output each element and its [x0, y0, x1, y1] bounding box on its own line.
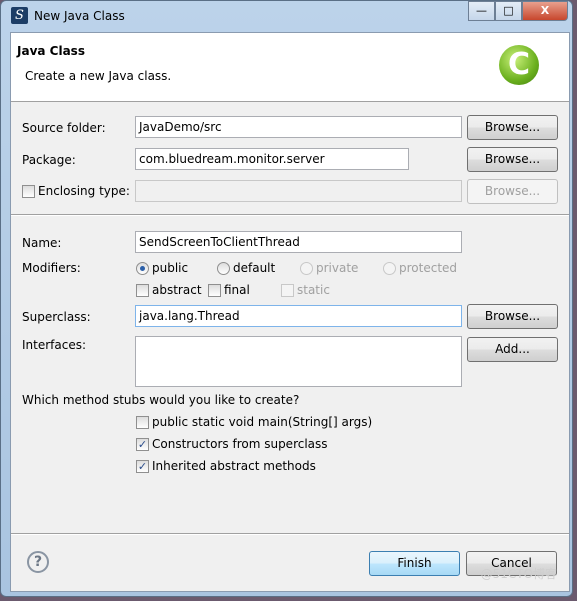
constructors-stub-checkbox[interactable]: ✓ Constructors from superclass	[136, 437, 328, 451]
title-bar[interactable]: S New Java Class — □ X	[1, 1, 572, 31]
maximize-button[interactable]: □	[495, 1, 522, 21]
window-title: New Java Class	[34, 9, 125, 23]
interfaces-list[interactable]	[135, 336, 462, 387]
dialog-body: Java Class Create a new Java class. C So…	[10, 32, 570, 592]
class-c-icon: C	[499, 45, 539, 85]
add-interface-button[interactable]: Add...	[467, 337, 558, 362]
package-label: Package:	[22, 153, 76, 167]
dialog-window: S New Java Class — □ X Java Class Create…	[0, 0, 573, 597]
private-radio[interactable]: private	[300, 261, 358, 275]
final-checkbox[interactable]: final	[208, 283, 250, 297]
source-folder-input[interactable]: JavaDemo/src	[135, 116, 462, 138]
enclosing-type-checkbox[interactable]: Enclosing type:	[22, 184, 130, 198]
footer-separator	[11, 533, 569, 535]
modifiers-label: Modifiers:	[22, 261, 81, 275]
wizard-title: Java Class	[17, 44, 85, 58]
source-folder-label: Source folder:	[22, 121, 106, 135]
enclosing-type-label: Enclosing type:	[38, 184, 130, 198]
close-button[interactable]: X	[522, 1, 568, 21]
static-checkbox[interactable]: static	[281, 283, 330, 297]
help-icon[interactable]: ?	[27, 551, 49, 573]
main-stub-checkbox[interactable]: public static void main(String[] args)	[136, 415, 372, 429]
protected-radio[interactable]: protected	[383, 261, 457, 275]
name-label: Name:	[22, 236, 62, 250]
superclass-input[interactable]: java.lang.Thread	[135, 305, 462, 327]
package-input[interactable]: com.bluedream.monitor.server	[135, 148, 409, 170]
source-folder-browse-button[interactable]: Browse...	[467, 115, 558, 140]
finish-button[interactable]: Finish	[369, 551, 460, 576]
abstract-checkbox[interactable]: abstract	[136, 283, 202, 297]
name-input[interactable]: SendScreenToClientThread	[135, 231, 462, 253]
stubs-question: Which method stubs would you like to cre…	[22, 393, 300, 407]
wizard-header: Java Class Create a new Java class. C	[11, 33, 569, 102]
minimize-button[interactable]: —	[468, 1, 495, 21]
enclosing-type-browse-button[interactable]: Browse...	[467, 179, 558, 204]
enclosing-type-input[interactable]	[135, 180, 462, 202]
abstract-methods-stub-checkbox[interactable]: ✓ Inherited abstract methods	[136, 459, 316, 473]
package-browse-button[interactable]: Browse...	[467, 147, 558, 172]
public-radio[interactable]: public	[136, 261, 188, 275]
superclass-label: Superclass:	[22, 310, 91, 324]
eclipse-icon: S	[11, 7, 28, 24]
interfaces-label: Interfaces:	[22, 338, 87, 352]
default-radio[interactable]: default	[217, 261, 275, 275]
wizard-description: Create a new Java class.	[25, 69, 172, 83]
separator	[11, 214, 569, 216]
superclass-browse-button[interactable]: Browse...	[467, 304, 558, 329]
watermark: @51CTO博客	[480, 567, 557, 581]
